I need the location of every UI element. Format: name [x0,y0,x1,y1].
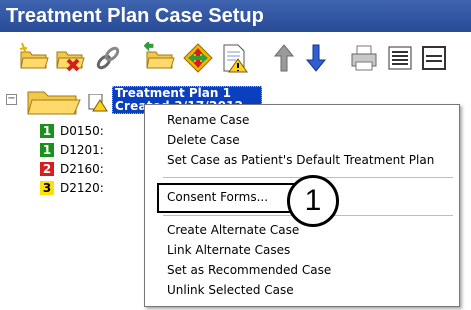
case-folder [24,86,82,119]
new-case-button[interactable] [14,38,54,78]
case-name: Treatment Plan 1 [115,86,231,100]
list-lines-icon [388,46,412,70]
callout-number-badge: 1 [287,175,339,227]
list-view-alt-button[interactable] [414,38,454,78]
open-folder-button[interactable] [140,38,180,78]
procedure-row[interactable]: 3 D2120: [40,179,104,197]
open-folder-icon [144,42,175,69]
menu-item-delete-case[interactable]: Delete Case [167,133,240,147]
priority-badge: 3 [40,181,54,195]
window-title: Treatment Plan Case Setup [0,0,471,32]
navigate-button[interactable] [178,38,218,78]
toolbar [0,32,471,87]
menu-item-link-alternate-cases[interactable]: Link Alternate Cases [167,243,290,257]
link-icon [96,46,120,70]
menu-item-unlink-selected-case[interactable]: Unlink Selected Case [167,283,294,297]
move-down-button[interactable] [296,38,336,78]
procedure-code: D2120: [60,181,104,195]
procedure-code: D1201: [60,143,104,157]
print-button[interactable] [344,38,384,78]
navigate-icon [183,43,213,73]
printer-icon [351,45,377,71]
new-case-icon [19,42,49,69]
list-lines-alt-icon [422,46,446,70]
arrow-down-icon [305,44,327,72]
warning-icon [88,93,108,115]
link-button[interactable] [88,38,128,78]
procedure-row[interactable]: 2 D2160: [40,160,104,178]
menu-item-set-recommended-case[interactable]: Set as Recommended Case [167,263,331,277]
document-warning-icon [223,44,248,73]
procedure-code: D0150: [60,124,104,138]
open-folder-icon [27,91,81,115]
menu-item-create-alternate-case[interactable]: Create Alternate Case [167,223,299,237]
context-menu: Rename Case Delete Case Set Case as Pati… [144,104,460,307]
procedure-code: D2160: [60,162,104,176]
collapse-toggle[interactable]: − [6,94,17,105]
delete-case-button[interactable] [50,38,90,78]
menu-item-set-default-plan[interactable]: Set Case as Patient's Default Treatment … [167,153,434,167]
procedure-row[interactable]: 1 D0150: [40,122,104,140]
priority-badge: 1 [40,124,54,138]
priority-badge: 2 [40,162,54,176]
document-warning-button[interactable] [214,38,254,78]
procedure-row[interactable]: 1 D1201: [40,141,104,159]
menu-item-rename-case[interactable]: Rename Case [167,113,249,127]
priority-badge: 1 [40,143,54,157]
delete-case-icon [56,51,85,72]
